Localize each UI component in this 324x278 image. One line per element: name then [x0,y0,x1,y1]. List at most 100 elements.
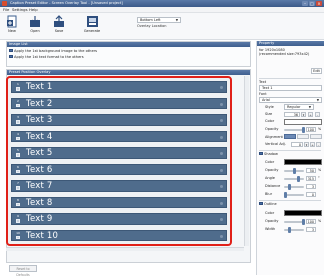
preset-row-number: 4 [15,131,21,142]
preset-row[interactable]: 5 Text 5 [11,147,227,159]
shadow-distance-slider[interactable] [284,184,304,190]
image-list-header: Image List [7,42,250,47]
shadow-checkbox[interactable] [259,151,263,156]
apply-text-format-option[interactable]: Apply the 1st text format to the others [9,54,84,60]
shadow-distance-input[interactable]: 3 [306,184,316,189]
preset-row-number: 8 [15,198,21,208]
row-status-icon [220,234,223,238]
save-button[interactable]: Save [50,15,68,38]
shadow-opacity-slider-knob[interactable] [293,168,296,174]
outline-width-slider-knob[interactable] [288,227,291,233]
outline-opacity-slider-knob[interactable] [302,219,305,225]
shadow-angle-input[interactable]: 315 [306,176,316,181]
open-icon [30,16,40,27]
outline-color-label: Color [265,211,275,215]
preset-row-index: 5 [17,148,19,152]
outline-width-label: Width [265,227,276,231]
row-status-icon [220,152,223,155]
preset-row-text: Text 2 [26,98,53,109]
vertical-adjust-increase-button[interactable]: + [310,142,315,147]
opacity-slider-knob[interactable] [302,127,305,133]
outline-width-slider[interactable] [284,227,304,233]
shadow-color-swatch[interactable] [284,159,322,165]
maximize-button[interactable]: □ [309,1,315,6]
open-button[interactable]: Open [26,15,44,38]
apply-background-checkbox[interactable] [9,48,13,53]
text-color-swatch[interactable] [284,119,322,125]
vertical-adjust-stepper[interactable]: ▾ [304,142,309,147]
align-left-button[interactable] [284,134,296,139]
vertical-scrollbar[interactable] [244,76,249,246]
chevron-down-icon: ▼ [175,18,178,22]
reset-defaults-button[interactable]: Reset to Defaults [9,265,37,277]
preset-row-index: 4 [17,131,19,136]
apply-background-label: Apply the 1st background image to the ot… [14,49,98,53]
shadow-option[interactable]: Shadow [259,151,278,156]
minimize-button[interactable]: – [302,1,308,6]
shadow-opacity-slider[interactable] [284,168,304,174]
preset-row[interactable]: 8 Text 8 [11,196,227,208]
font-size-decrease-button[interactable]: – [315,112,320,117]
outline-opacity-unit: % [318,219,322,223]
shadow-angle-slider[interactable] [284,176,304,182]
style-select[interactable]: Regular ▼ [284,104,314,110]
shadow-opacity-unit: % [318,168,322,172]
outline-option[interactable]: Outline [259,201,277,206]
preset-row[interactable]: 1 Text 1 [11,81,227,93]
preset-row-index: 1 [17,82,19,86]
toolbar: New Open Save Generate Bottom Left ▼ Ove… [0,13,324,40]
vertical-adjust-input[interactable]: 0 [291,142,303,147]
title-bar: Caption Preset Editor - Screen Overlay T… [0,0,324,7]
preset-row[interactable]: 9 Text 9 [11,213,227,225]
row-status-icon [220,218,223,221]
generate-button[interactable]: Generate [80,15,104,38]
preset-row-text: Text 3 [26,115,53,125]
preset-row-text: Text 4 [26,131,53,142]
font-size-increase-button[interactable]: + [308,112,313,117]
outline-opacity-input[interactable]: 100 [306,219,316,224]
preset-row-number: 7 [15,182,21,191]
font-size-input[interactable]: 36 [284,112,300,117]
position-select[interactable]: Bottom Left ▼ [137,17,181,23]
opacity-input[interactable]: 100 [306,127,316,132]
outline-color-swatch[interactable] [284,210,322,216]
apply-background-option[interactable]: Apply the 1st background image to the ot… [9,48,98,54]
font-select[interactable]: Arial ▼ [259,97,322,103]
shadow-opacity-input[interactable]: 50 [306,168,316,173]
align-right-button[interactable] [310,134,322,139]
outline-opacity-slider[interactable] [284,219,305,225]
font-size-stepper[interactable]: ▾ [301,112,306,117]
align-center-button[interactable] [297,134,309,139]
preset-row[interactable]: 10 Text 10 [11,229,227,241]
text-input[interactable]: Text 1 [259,85,322,91]
shadow-distance-slider-knob[interactable] [288,184,291,190]
outline-label: Outline [264,202,277,206]
apply-text-format-checkbox[interactable] [9,54,13,59]
preset-row[interactable]: 3 Text 3 [11,114,227,126]
outline-checkbox[interactable] [259,201,263,206]
preset-row-index: 2 [17,98,19,103]
preset-row[interactable]: 7 Text 7 [11,180,227,192]
preset-row-number: 1 [15,83,21,92]
save-icon [54,15,64,27]
property-header: Property [257,41,324,46]
new-button[interactable]: New [3,15,21,38]
preset-row-index: 9 [17,214,19,218]
close-button[interactable]: × [316,1,322,6]
horizontal-scrollbar[interactable] [6,247,244,251]
opacity-slider[interactable] [284,127,305,133]
vertical-adjust-decrease-button[interactable]: – [316,142,321,147]
shadow-angle-slider-knob[interactable] [297,176,300,182]
preset-row[interactable]: 2 Text 2 [11,97,227,109]
row-status-icon [220,86,223,89]
preset-row[interactable]: 6 Text 6 [11,163,227,175]
shadow-blur-input[interactable]: 0 [306,192,316,197]
color-label: Color [265,119,275,123]
outline-width-input[interactable]: 3 [306,227,316,232]
shadow-blur-slider-knob[interactable] [284,192,287,198]
edit-button[interactable]: Edit [311,68,322,74]
shadow-blur-slider[interactable] [284,192,304,198]
preset-row-text: Text 7 [26,181,53,191]
position-select-value: Bottom Left [140,18,161,22]
preset-row[interactable]: 4 Text 4 [11,130,227,142]
